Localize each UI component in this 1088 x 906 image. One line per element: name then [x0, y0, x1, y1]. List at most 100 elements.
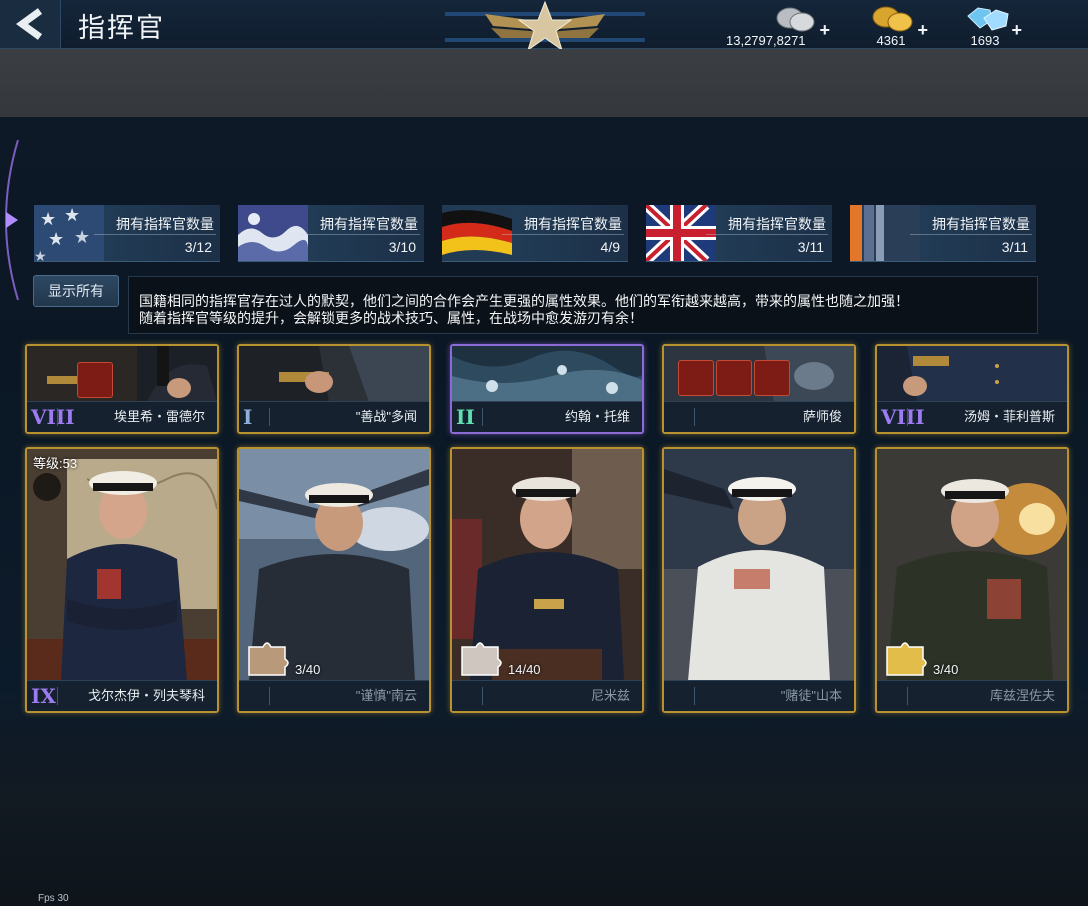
- skill-badge-icon: [77, 362, 113, 398]
- silver-value: 13,2797,8271: [726, 33, 806, 48]
- card-name-bar: "赌徒"山本: [664, 680, 854, 711]
- commander-name: 尼米兹: [590, 688, 630, 703]
- back-button[interactable]: [0, 0, 61, 48]
- commander-card[interactable]: 3/40 库兹涅佐夫: [875, 447, 1069, 713]
- japan-wave-flag-icon: [238, 205, 308, 261]
- add-silver-icon[interactable]: +: [819, 20, 830, 41]
- card-name-bar: 库兹涅佐夫: [877, 680, 1067, 711]
- top-bar: 指挥官 13,2797,8271 + 4361 + 1693 +: [0, 0, 1088, 52]
- commander-name: "赌徒"山本: [780, 688, 842, 703]
- rank-numeral: VIII: [881, 405, 925, 429]
- back-arrow-icon: [16, 8, 43, 40]
- commander-name: 约翰・托维: [564, 409, 630, 424]
- rank-numeral: I: [243, 405, 253, 429]
- divider: [482, 687, 483, 705]
- fragment-count: 3/40: [295, 662, 321, 677]
- rank-numeral: IX: [31, 684, 56, 708]
- divider: [482, 408, 483, 426]
- divider: [694, 687, 695, 705]
- divider: [269, 408, 270, 426]
- card-name-bar: VIII 汤姆・菲利普斯: [877, 401, 1067, 432]
- svg-text:★: ★: [34, 248, 47, 261]
- card-name-bar: 尼米兹: [452, 680, 642, 711]
- side-expand-arrow-icon[interactable]: [0, 140, 30, 300]
- faction-tab-usa[interactable]: ★ ★ ★ ★ ★ 拥有指挥官数量 3/12: [34, 205, 220, 262]
- card-name-bar: I "善战"多闻: [239, 401, 429, 432]
- show-all-button[interactable]: 显示所有: [33, 275, 119, 307]
- card-name-bar: VIII 埃里希・雷德尔: [27, 401, 217, 432]
- divider: [910, 234, 1032, 235]
- fragment-puzzle-icon: [461, 642, 502, 676]
- commander-name: "善战"多闻: [355, 409, 417, 424]
- faction-tab-ussr[interactable]: 拥有指挥官数量 3/11: [850, 205, 1036, 262]
- silver-currency[interactable]: 13,2797,8271 +: [726, 2, 830, 48]
- diamond-value: 1693: [970, 33, 1000, 48]
- commander-name: 戈尔杰伊・列夫琴科: [87, 688, 205, 703]
- commander-name: 萨师俊: [802, 409, 842, 424]
- gold-value: 4361: [876, 33, 906, 48]
- commander-card[interactable]: VIII 汤姆・菲利普斯: [875, 344, 1069, 434]
- faction-info-tooltip: 国籍相同的指挥官存在过人的默契，他们之间的合作会产生更强的属性效果。他们的军衔越…: [128, 276, 1038, 334]
- commander-name: "谨慎"南云: [355, 688, 417, 703]
- faction-tab-japan[interactable]: 拥有指挥官数量 3/10: [238, 205, 424, 262]
- info-line-2: 随着指挥官等级的提升，会解锁更多的战术技巧、属性，在战场中愈发游刃有余！: [139, 310, 643, 326]
- diamond-currency[interactable]: 1693 +: [962, 2, 1022, 48]
- usa-flag-icon: ★ ★ ★ ★ ★: [34, 205, 104, 261]
- divider: [298, 234, 420, 235]
- ussr-flag-icon: [850, 205, 920, 261]
- commander-card[interactable]: VIII 埃里希・雷德尔: [25, 344, 219, 434]
- commander-name: 埃里希・雷德尔: [113, 409, 205, 424]
- divider: [94, 234, 216, 235]
- svg-text:★: ★: [40, 209, 56, 229]
- fragment-count: 3/40: [933, 662, 959, 677]
- faction-label: 拥有指挥官数量: [116, 216, 214, 232]
- fragment-puzzle-icon: [886, 642, 927, 676]
- faction-tab-uk[interactable]: 拥有指挥官数量 3/11: [646, 205, 832, 262]
- skill-torpedo-icon: [716, 360, 752, 396]
- faction-count: 3/11: [797, 239, 824, 255]
- commander-card[interactable]: 14/40 尼米兹: [450, 447, 644, 713]
- faction-count: 4/9: [600, 239, 620, 255]
- commander-portrait: [27, 449, 217, 681]
- faction-count: 3/11: [1001, 239, 1028, 255]
- diamond-icon: [967, 7, 1009, 31]
- rank-numeral: II: [456, 405, 475, 429]
- faction-count: 3/10: [388, 239, 416, 255]
- gold-currency[interactable]: 4361 +: [868, 2, 928, 48]
- svg-text:★: ★: [64, 205, 80, 225]
- faction-tab-germany[interactable]: 拥有指挥官数量 4/9: [442, 205, 628, 262]
- faction-label: 拥有指挥官数量: [320, 216, 418, 232]
- commander-name: 汤姆・菲利普斯: [963, 409, 1055, 424]
- commander-card[interactable]: 3/40 "谨慎"南云: [237, 447, 431, 713]
- divider: [57, 687, 58, 705]
- add-diamond-icon[interactable]: +: [1011, 20, 1022, 41]
- fragment-puzzle-icon: [248, 642, 289, 676]
- commander-card[interactable]: I "善战"多闻: [237, 344, 431, 434]
- svg-text:★: ★: [48, 229, 64, 249]
- faction-label: 拥有指挥官数量: [524, 216, 622, 232]
- commander-portrait: [664, 449, 854, 681]
- germany-flag-icon: [442, 205, 512, 261]
- commander-card[interactable]: 等级:53 IX 戈尔杰伊・列夫琴科: [25, 447, 219, 713]
- svg-text:★: ★: [74, 227, 90, 247]
- gold-coins-icon: [872, 6, 913, 32]
- card-name-bar: "谨慎"南云: [239, 680, 429, 711]
- divider: [907, 408, 908, 426]
- divider: [706, 234, 828, 235]
- add-gold-icon[interactable]: +: [917, 20, 928, 41]
- card-name-bar: 萨师俊: [664, 401, 854, 432]
- divider: [269, 687, 270, 705]
- rank-numeral: VIII: [31, 405, 75, 429]
- card-name-bar: II 约翰・托维: [452, 401, 642, 432]
- faction-count: 3/12: [184, 239, 212, 255]
- divider: [57, 408, 58, 426]
- divider: [694, 408, 695, 426]
- commander-card[interactable]: "赌徒"山本: [662, 447, 856, 713]
- star-wings-emblem: [445, 0, 645, 52]
- uk-flag-icon: [646, 205, 716, 261]
- commander-card[interactable]: II 约翰・托维: [450, 344, 644, 434]
- faction-label: 拥有指挥官数量: [932, 216, 1030, 232]
- commander-card[interactable]: 萨师俊: [662, 344, 856, 434]
- divider: [502, 234, 624, 235]
- commander-name: 库兹涅佐夫: [989, 688, 1055, 703]
